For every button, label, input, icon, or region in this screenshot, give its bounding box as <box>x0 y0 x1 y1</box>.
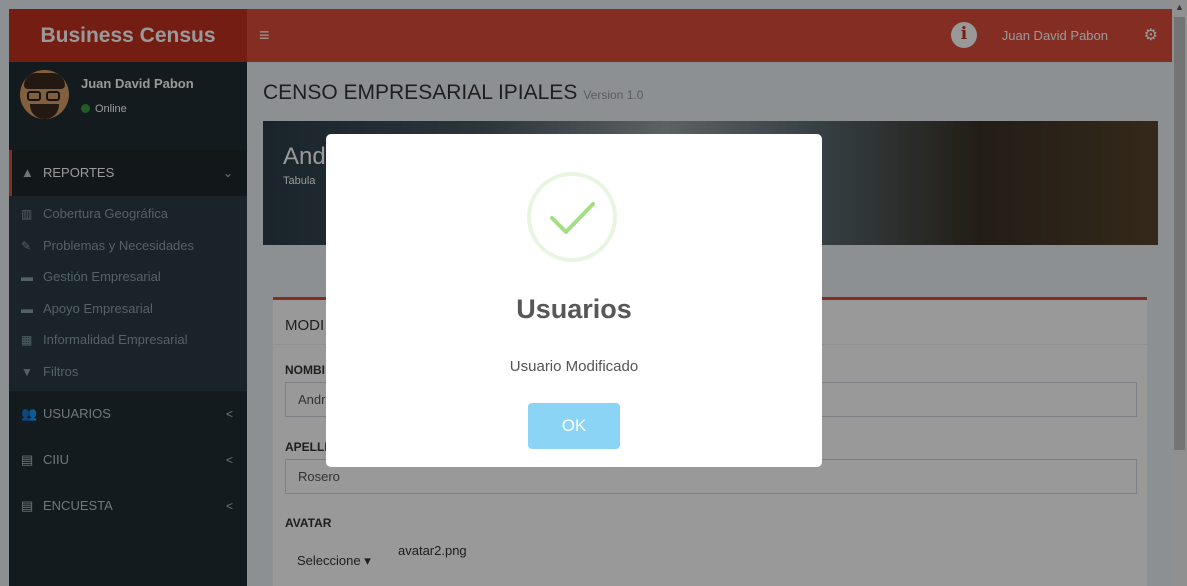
dialog-message: Usuario Modificado <box>509 358 639 375</box>
success-check-icon <box>527 172 617 262</box>
dialog-title: Usuarios <box>516 294 632 324</box>
ok-button[interactable]: OK <box>528 403 620 449</box>
success-dialog: Usuarios Usuario Modificado OK <box>326 134 822 467</box>
